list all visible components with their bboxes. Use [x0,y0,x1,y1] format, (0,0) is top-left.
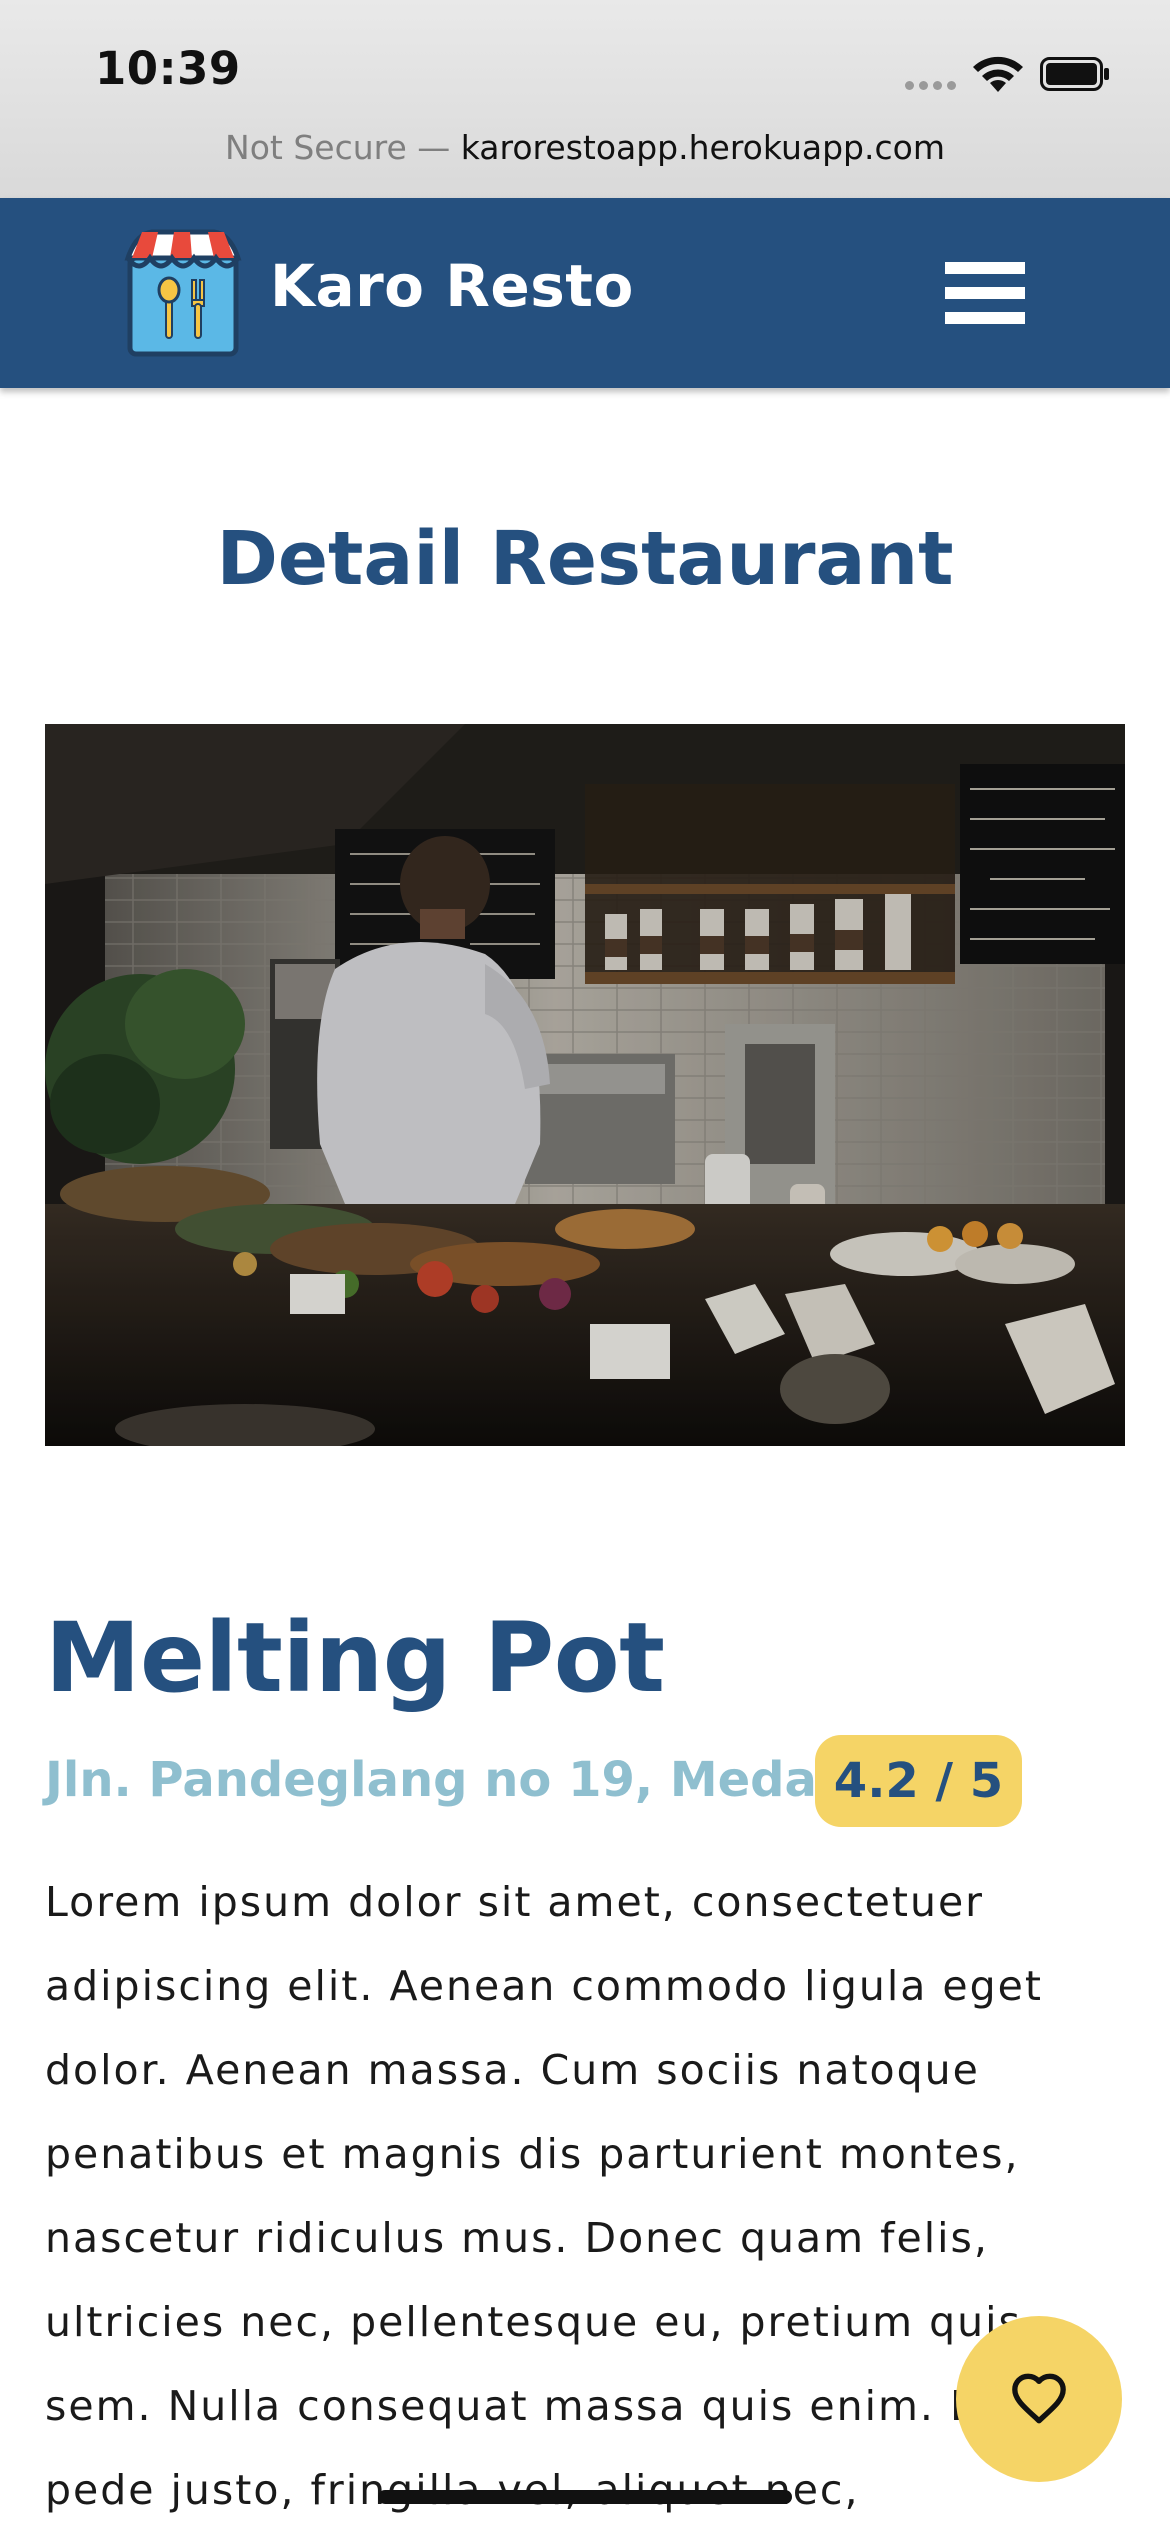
rating-badge: 4.2 / 5 [815,1735,1022,1827]
hamburger-menu-icon[interactable] [945,262,1025,324]
heart-icon [1012,2373,1066,2424]
brand-title[interactable]: Karo Resto [270,252,634,320]
favorite-button[interactable] [956,2316,1122,2482]
battery-icon [1040,57,1109,91]
browser-status-area: 10:39 Not Secure — karorestoapp.herokuap… [0,0,1170,198]
restaurant-image [45,724,1125,1446]
url-domain: karorestoapp.herokuapp.com [460,128,945,167]
app-screen: 10:39 Not Secure — karorestoapp.herokuap… [0,0,1170,2532]
restaurant-name: Melting Pot [45,1602,665,1714]
page-title: Detail Restaurant [216,516,954,602]
home-indicator[interactable] [378,2490,792,2504]
security-label: Not Secure — [225,128,461,167]
cellular-signal-icon [905,81,956,90]
restaurant-address: Jln. Pandeglang no 19, Medan [45,1752,852,1808]
status-time: 10:39 [95,42,241,95]
store-icon[interactable] [122,228,244,360]
wifi-icon [973,56,1023,92]
address-bar[interactable]: Not Secure — karorestoapp.herokuapp.com [0,128,1170,167]
